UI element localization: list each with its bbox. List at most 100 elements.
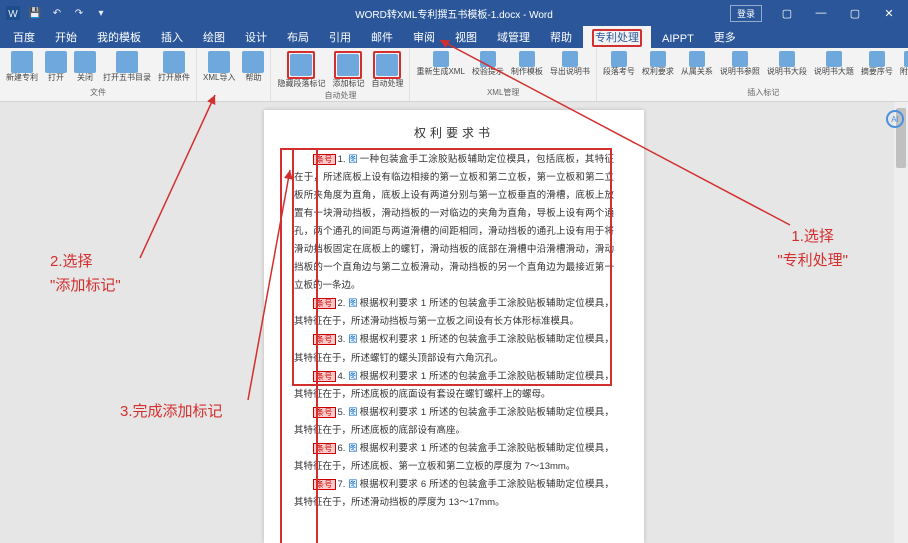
tab-审阅[interactable]: 审阅: [404, 26, 444, 48]
ribbon-item-打开原件[interactable]: 打开原件: [156, 50, 192, 84]
ribbon-item-XML导入[interactable]: XML导入: [201, 50, 237, 84]
ribbon-label: 重新生成XML: [416, 68, 464, 77]
title-bar: W 💾 ↶ ↷ ▾ WORD转XML专利撰五书模板-1.docx - Word …: [0, 0, 908, 26]
close-icon[interactable]: ✕: [874, 3, 904, 23]
ribbon-label: 段落考号: [603, 68, 635, 77]
ribbon-group-label: 文件: [90, 87, 106, 99]
ribbon-icon: [290, 54, 312, 76]
tab-开始[interactable]: 开始: [46, 26, 86, 48]
ribbon-group-label: XML管理: [487, 87, 519, 99]
ribbon-label: 说明书大段: [767, 68, 807, 77]
vertical-scrollbar[interactable]: [894, 102, 908, 543]
word-icon: W: [6, 6, 20, 20]
ribbon-group-1: XML导入帮助: [197, 48, 271, 101]
tab-绘图[interactable]: 绘图: [194, 26, 234, 48]
tag-ref: 图: [348, 334, 357, 344]
tag-ref: 图: [348, 371, 357, 381]
ribbon-group-XML管理: 重新生成XML 校验提示制作模板导出说明书 XML管理: [410, 48, 596, 101]
paragraph: 条号3. 图根据权利要求 1 所述的包装盒手工涂胶贴板辅助定位模具，其特征在于，…: [294, 331, 614, 367]
ribbon-icon: [650, 51, 666, 67]
ribbon-item-权利要求[interactable]: 权利要求: [640, 50, 676, 78]
tab-域管理[interactable]: 域管理: [488, 26, 539, 48]
para-number: 1.: [338, 154, 349, 165]
login-button[interactable]: 登录: [730, 5, 762, 22]
ribbon-label: 说明书大题: [814, 68, 854, 77]
ribbon-item-从属关系[interactable]: 从属关系: [679, 50, 715, 78]
ribbon-item-打开[interactable]: 打开: [43, 50, 69, 84]
tab-AIPPT[interactable]: AIPPT: [653, 30, 703, 48]
tab-视图[interactable]: 视图: [446, 26, 486, 48]
para-number: 6.: [338, 443, 349, 454]
ribbon-icon: [163, 51, 185, 73]
tag-ref: 图: [348, 443, 357, 453]
document-title: 权利要求书: [294, 124, 614, 141]
tab-插入[interactable]: 插入: [152, 26, 192, 48]
ribbon-item-校验提示[interactable]: 校验提示: [470, 50, 506, 78]
paragraph: 条号6. 图根据权利要求 1 所述的包装盒手工涂胶贴板辅助定位模具，其特征在于，…: [294, 440, 614, 476]
ribbon-item-说明书大段[interactable]: 说明书大段: [765, 50, 809, 78]
ribbon-item-打开五书目录[interactable]: 打开五书目录: [101, 50, 153, 84]
tag-ref: 图: [348, 479, 357, 489]
tag-ref: 图: [348, 298, 357, 308]
ribbon-label: 隐藏段落标记: [277, 80, 325, 89]
ribbon-icon: [611, 51, 627, 67]
paragraph: 条号7. 图根据权利要求 6 所述的包装盒手工涂胶贴板辅助定位模具，其特征在于，…: [294, 476, 614, 512]
ribbon-label: 附图库: [900, 68, 908, 77]
tag-ref: 图: [348, 154, 357, 164]
tab-设计[interactable]: 设计: [236, 26, 276, 48]
window-title: WORD转XML专利撰五书模板-1.docx - Word: [355, 6, 553, 21]
undo-icon[interactable]: ↶: [50, 6, 64, 20]
ribbon-icon: [337, 54, 359, 76]
redo-icon[interactable]: ↷: [72, 6, 86, 20]
tab-专利处理[interactable]: 专利处理: [583, 26, 651, 48]
ribbon-label: 打开五书目录: [103, 74, 151, 83]
ribbon-item-说明书参照[interactable]: 说明书参照: [718, 50, 762, 78]
ribbon-label: 自动处理: [371, 80, 403, 89]
ribbon-label: 制作模板: [511, 68, 543, 77]
tag-label: 条号: [313, 443, 336, 454]
ribbon-item-导出说明书[interactable]: 导出说明书: [548, 50, 592, 78]
ribbon-icon: [519, 51, 535, 67]
ribbon-label: XML导入: [203, 74, 235, 83]
ai-badge-icon[interactable]: AI: [886, 110, 904, 128]
tab-引用[interactable]: 引用: [320, 26, 360, 48]
tab-邮件[interactable]: 邮件: [362, 26, 402, 48]
ribbon-group-自动处理: 隐藏段落标记添加标记自动处理自动处理: [271, 48, 410, 101]
ribbon-label: 说明书参照: [720, 68, 760, 77]
ribbon-item-关闭[interactable]: 关闭: [72, 50, 98, 84]
tab-百度[interactable]: 百度: [4, 26, 44, 48]
para-text: 一种包装盒手工涂胶贴板辅助定位模具，包括底板，其特征在于，所述底板上设有临边相接…: [294, 154, 614, 291]
ribbon-item-制作模板[interactable]: 制作模板: [509, 50, 545, 78]
tag-label: 条号: [313, 479, 336, 490]
ribbon-item-新建专利[interactable]: 新建专利: [4, 50, 40, 84]
tab-布局[interactable]: 布局: [278, 26, 318, 48]
ribbon-item-帮助[interactable]: 帮助: [240, 50, 266, 84]
ribbon-label: 权利要求: [642, 68, 674, 77]
tag-ref: 图: [348, 407, 357, 417]
paragraph: 条号1. 图一种包装盒手工涂胶贴板辅助定位模具，包括底板，其特征在于，所述底板上…: [294, 151, 614, 295]
maximize-icon[interactable]: ▢: [840, 3, 870, 23]
minimize-icon[interactable]: —: [806, 3, 836, 23]
ribbon: 新建专利打开关闭打开五书目录打开原件文件XML导入帮助隐藏段落标记添加标记自动处…: [0, 48, 908, 102]
ribbon-item-重新生成XML[interactable]: 重新生成XML: [414, 50, 466, 78]
ribbon-item-隐藏段落标记[interactable]: 隐藏段落标记: [275, 50, 327, 90]
qat-more-icon[interactable]: ▾: [94, 6, 108, 20]
tab-更多[interactable]: 更多: [705, 26, 745, 48]
ribbon-icon: [45, 51, 67, 73]
ribbon-label: 摘要序号: [861, 68, 893, 77]
ribbon-item-段落考号[interactable]: 段落考号: [601, 50, 637, 78]
ribbon-item-自动处理[interactable]: 自动处理: [369, 50, 405, 90]
para-number: 3.: [338, 334, 349, 345]
ribbon-item-添加标记[interactable]: 添加标记: [330, 50, 366, 90]
tab-帮助[interactable]: 帮助: [541, 26, 581, 48]
ribbon-item-说明书大题[interactable]: 说明书大题: [812, 50, 856, 78]
ribbon-icon: [433, 51, 449, 67]
ribbon-item-摘要序号[interactable]: 摘要序号: [859, 50, 895, 78]
save-icon[interactable]: 💾: [28, 6, 42, 20]
tab-我的模板[interactable]: 我的模板: [88, 26, 150, 48]
ribbon-icon: [74, 51, 96, 73]
tag-label: 条号: [313, 407, 336, 418]
ribbon-icon: [242, 51, 264, 73]
ribbon-options-icon[interactable]: ▢: [772, 3, 802, 23]
ribbon-item-附图库[interactable]: 附图库: [898, 50, 908, 78]
